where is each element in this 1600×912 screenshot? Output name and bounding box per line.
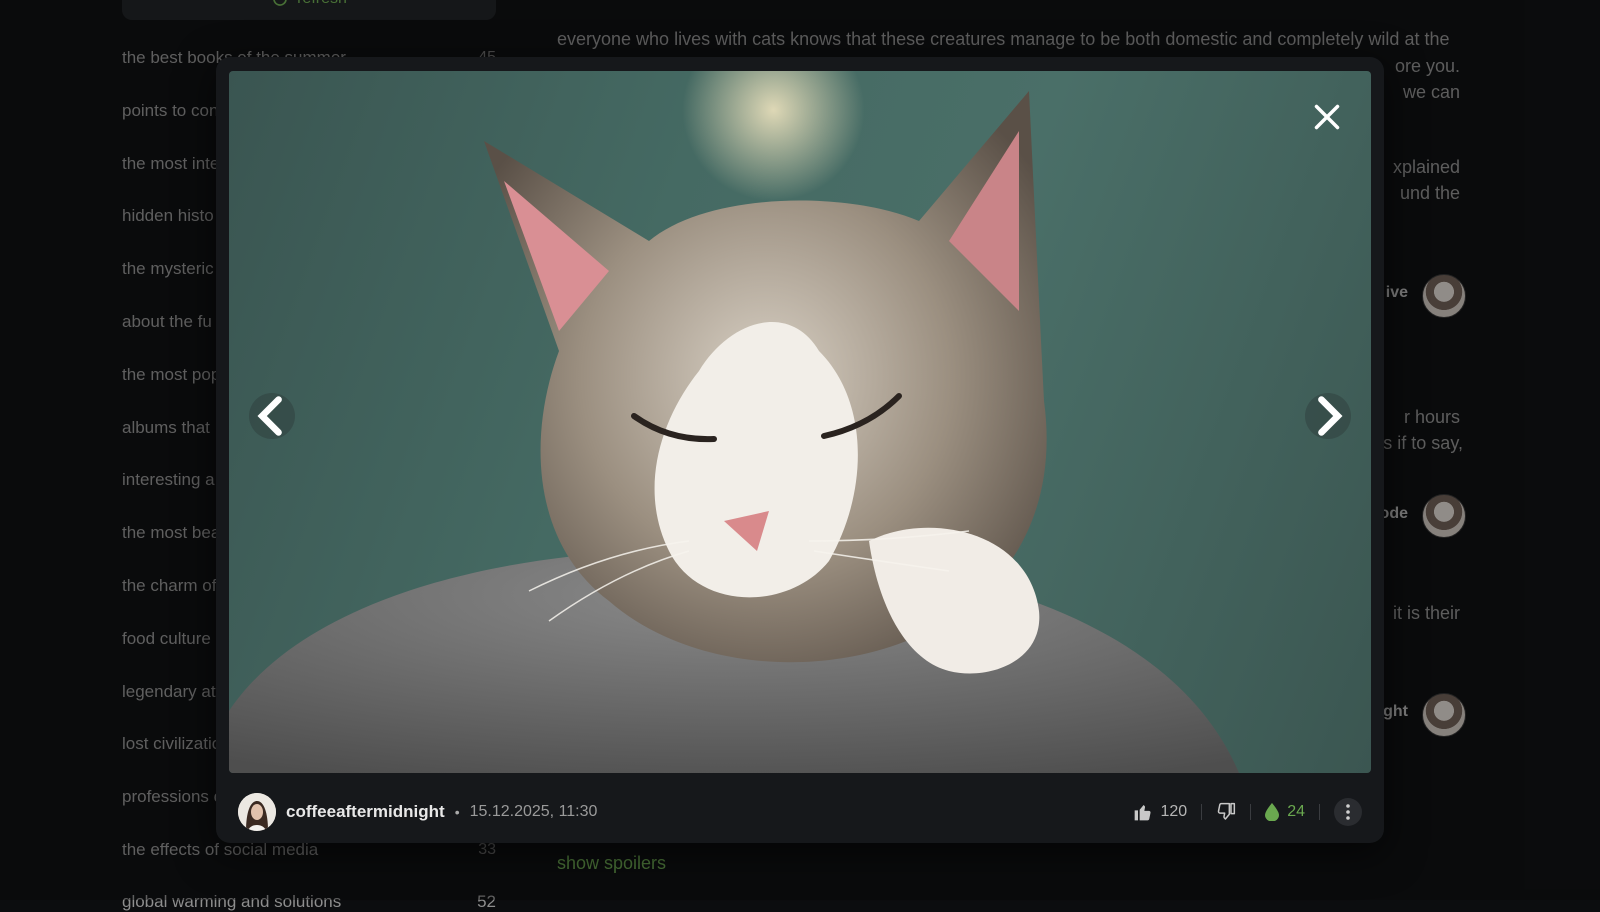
like-button[interactable]: 120 [1133, 802, 1188, 822]
thumbs-up-icon [1134, 805, 1151, 821]
author-avatar-image [238, 793, 276, 831]
divider [1250, 804, 1252, 820]
next-image-button[interactable] [1305, 393, 1351, 439]
dislike-button[interactable] [1216, 802, 1236, 822]
thumbs-down-icon [1217, 802, 1236, 820]
close-icon [1314, 104, 1340, 130]
divider [1319, 804, 1320, 820]
previous-image-button[interactable] [249, 393, 295, 439]
more-vertical-icon [1346, 804, 1350, 820]
chevron-left-icon [257, 396, 282, 436]
drop-button[interactable]: 24 [1265, 803, 1305, 821]
cat-photo [229, 71, 1239, 773]
post-footer: coffeeaftermidnight • 15.12.2025, 11:30 … [238, 790, 1362, 834]
drop-icon [1265, 803, 1280, 821]
avatar[interactable] [238, 793, 276, 831]
like-count: 120 [1160, 803, 1188, 820]
divider [1201, 804, 1203, 820]
drop-count: 24 [1287, 803, 1305, 820]
post-photo [229, 71, 1371, 773]
post-date: 15.12.2025, 11:30 [469, 803, 598, 820]
chevron-right-icon [1318, 396, 1343, 436]
more-options-button[interactable] [1334, 798, 1362, 826]
close-button[interactable] [1313, 103, 1341, 131]
image-viewer-modal: coffeeaftermidnight • 15.12.2025, 11:30 … [216, 57, 1384, 843]
author-name[interactable]: coffeeaftermidnight [286, 802, 445, 822]
separator-dot: • [454, 804, 460, 820]
post-actions: 120 24 [1133, 798, 1362, 826]
